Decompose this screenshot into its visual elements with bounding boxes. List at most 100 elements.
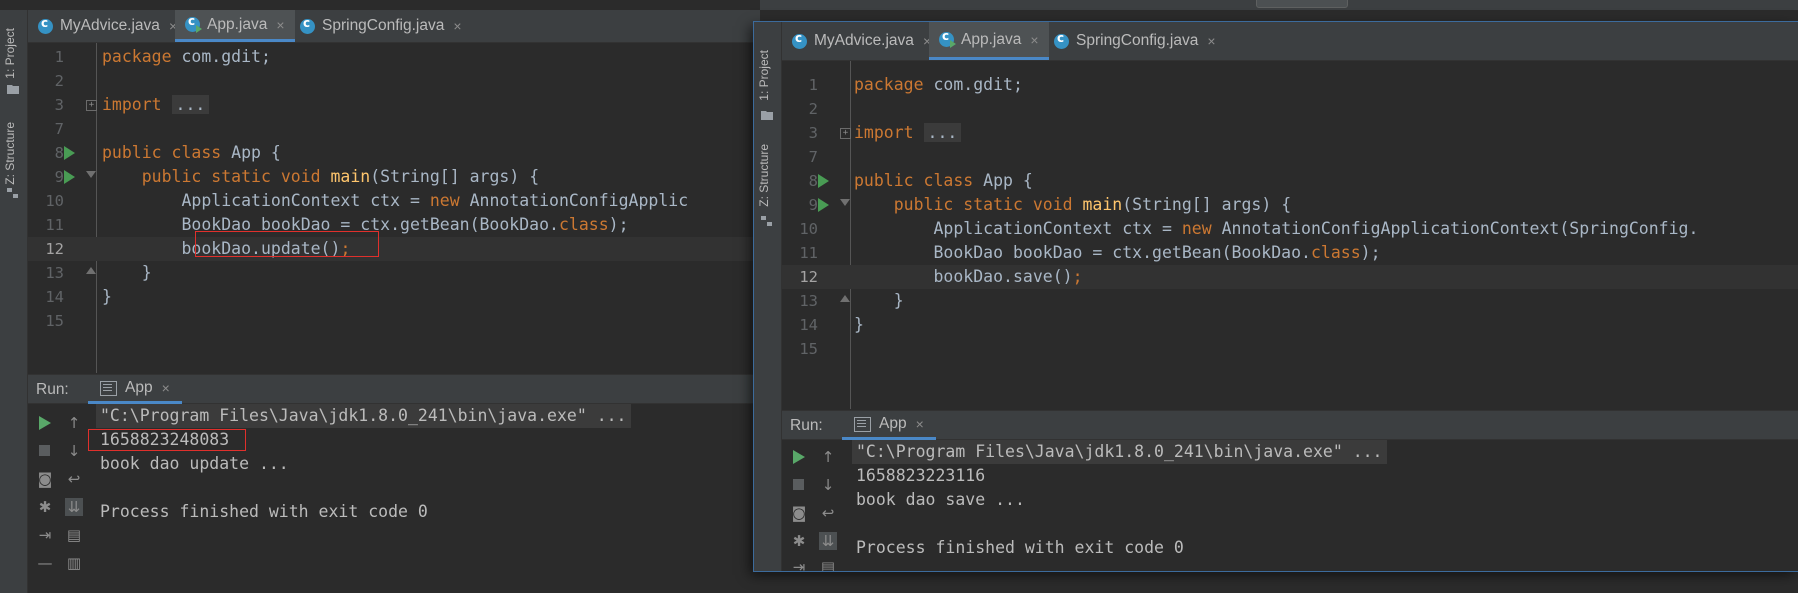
code-text: ApplicationContext ctx = — [933, 219, 1182, 238]
fold-start-icon[interactable] — [86, 171, 96, 178]
run-toolbar: ↑ ↓ ◙ ↩ ✱ ⇊ ⇥ ▤ — ▥ — [28, 404, 88, 593]
line-number: 13 — [45, 264, 64, 282]
code-line: 11 BookDao bookDao = ctx.getBean(BookDao… — [782, 241, 1798, 265]
fold-end-icon[interactable] — [86, 267, 96, 274]
tab-label: App.java — [207, 15, 268, 33]
line-number: 12 — [45, 240, 64, 258]
login-icon[interactable]: ⇥ — [790, 558, 808, 571]
stop-icon[interactable] — [36, 442, 54, 460]
editor-tab-bar: MyAdvice.java × App.java × SpringConfig.… — [28, 10, 760, 43]
code-line: 7 — [28, 117, 760, 141]
line-number: 3 — [808, 124, 818, 142]
code-text: AnnotationConfigApplicationContext(Sprin… — [1211, 219, 1699, 238]
fold-expand-icon[interactable]: + — [86, 100, 97, 111]
keyword: package — [854, 75, 924, 94]
debug-icon[interactable]: ✱ — [790, 532, 808, 550]
run-tab-app[interactable]: App × — [88, 375, 182, 404]
structure-icon — [7, 188, 18, 198]
code-editor[interactable]: 1 package com.gdit; 2 3 + import ... 7 8 pub… — [28, 43, 760, 373]
java-class-icon — [792, 31, 807, 49]
project-tool-tab[interactable]: 1: Project — [3, 28, 23, 79]
code-line: 13 } — [28, 261, 760, 285]
fold-start-icon[interactable] — [840, 199, 850, 206]
run-tool-bar: Run: App × — [28, 374, 760, 404]
line-number: 14 — [799, 316, 818, 334]
code-text: App { — [973, 171, 1033, 190]
fold-expand-icon[interactable]: + — [840, 128, 851, 139]
arrow-down-icon[interactable]: ↓ — [819, 476, 837, 494]
run-label: Run: — [36, 381, 69, 398]
camera-icon[interactable]: ◙ — [790, 504, 808, 522]
close-icon[interactable]: × — [916, 416, 924, 432]
code-text: (String[] args) { — [1122, 195, 1292, 214]
run-gutter-icon[interactable] — [818, 198, 829, 212]
arrow-up-icon[interactable]: ↑ — [65, 414, 83, 432]
code-line: 1 package com.gdit; — [782, 73, 1798, 97]
tab-springconfig[interactable]: SpringConfig.java × — [290, 10, 472, 42]
scroll-to-end-icon[interactable]: ⇊ — [819, 532, 837, 550]
structure-tool-tab[interactable]: Z: Structure — [3, 122, 23, 185]
line-number: 8 — [54, 144, 64, 162]
close-icon[interactable]: × — [1030, 32, 1038, 48]
scroll-to-end-icon[interactable]: ⇊ — [65, 498, 83, 516]
code-line: 10 ApplicationContext ctx = new Annotati… — [28, 189, 760, 213]
code-text: App { — [221, 143, 281, 162]
arrow-up-icon[interactable]: ↑ — [819, 448, 837, 466]
tab-myadvice[interactable]: MyAdvice.java × — [28, 10, 187, 42]
keyword: import — [854, 123, 914, 142]
console-icon — [854, 416, 871, 432]
tab-label: SpringConfig.java — [322, 17, 445, 34]
left-tool-sidebar: 1: Project Z: Structure — [0, 10, 28, 593]
tab-myadvice[interactable]: MyAdvice.java × — [782, 22, 941, 60]
soft-wrap-icon[interactable]: ↩ — [819, 504, 837, 522]
tab-springconfig[interactable]: SpringConfig.java × — [1044, 22, 1226, 60]
run-tab-app[interactable]: App × — [842, 411, 936, 440]
run-gutter-icon[interactable] — [818, 174, 829, 188]
run-toolbar: ↑ ↓ ◙ ↩ ✱ ⇊ ⇥ ▤ — [782, 440, 842, 571]
code-text: ); — [1360, 243, 1381, 262]
camera-icon[interactable]: ◙ — [36, 470, 54, 488]
run-console[interactable]: ↑ ↓ ◙ ↩ ✱ ⇊ ⇥ ▤ — ▥ "C:\Program Files\Ja… — [28, 404, 760, 593]
method-name: main — [1082, 195, 1123, 214]
rerun-icon[interactable] — [790, 448, 808, 466]
code-line: 15 — [782, 337, 1798, 361]
run-gutter-icon[interactable] — [64, 170, 75, 184]
rerun-icon[interactable] — [36, 414, 54, 432]
close-icon[interactable]: × — [1207, 33, 1215, 49]
code-editor[interactable]: 1 package com.gdit; 2 3 + import ... 7 8 pub… — [782, 61, 1798, 409]
code-text: } — [854, 315, 864, 334]
run-console[interactable]: ↑ ↓ ◙ ↩ ✱ ⇊ ⇥ ▤ "C:\Program Files\Java\j… — [782, 440, 1798, 571]
close-icon[interactable]: × — [453, 18, 461, 34]
line-number: 7 — [808, 148, 818, 166]
close-icon[interactable]: × — [276, 17, 284, 33]
structure-tool-tab[interactable]: Z: Structure — [757, 144, 777, 207]
arrow-down-icon[interactable]: ↓ — [65, 442, 83, 460]
keyword: new — [1181, 219, 1212, 238]
toolbar-field[interactable] — [1256, 0, 1348, 8]
fold-end-icon[interactable] — [840, 295, 850, 302]
code-line: 1 package com.gdit; — [28, 45, 760, 69]
right-ide-window: 1: Project Z: Structure MyAdvice.java × … — [754, 22, 1798, 571]
method-name: main — [330, 167, 371, 186]
code-line-current: 12 bookDao.save(); — [782, 265, 1798, 289]
folded-region[interactable]: ... — [923, 123, 962, 142]
trash-icon[interactable]: ▥ — [65, 554, 83, 572]
login-icon[interactable]: ⇥ — [36, 526, 54, 544]
line-number: 11 — [45, 216, 64, 234]
code-line: 14} — [782, 313, 1798, 337]
stop-icon[interactable] — [790, 476, 808, 494]
pin-icon[interactable]: — — [36, 554, 54, 572]
folded-region[interactable]: ... — [171, 95, 210, 114]
debug-icon[interactable]: ✱ — [36, 498, 54, 516]
print-icon[interactable]: ▤ — [65, 526, 83, 544]
keyword: public class — [854, 171, 974, 190]
print-icon[interactable]: ▤ — [819, 558, 837, 571]
close-icon[interactable]: × — [162, 380, 170, 396]
tab-app[interactable]: App.java × — [929, 22, 1049, 60]
project-tool-tab[interactable]: 1: Project — [757, 50, 777, 101]
keyword: class — [558, 215, 609, 234]
tab-app[interactable]: App.java × — [175, 10, 295, 42]
soft-wrap-icon[interactable]: ↩ — [65, 470, 83, 488]
run-tool-bar: Run: App × — [782, 410, 1798, 440]
run-gutter-icon[interactable] — [64, 146, 75, 160]
